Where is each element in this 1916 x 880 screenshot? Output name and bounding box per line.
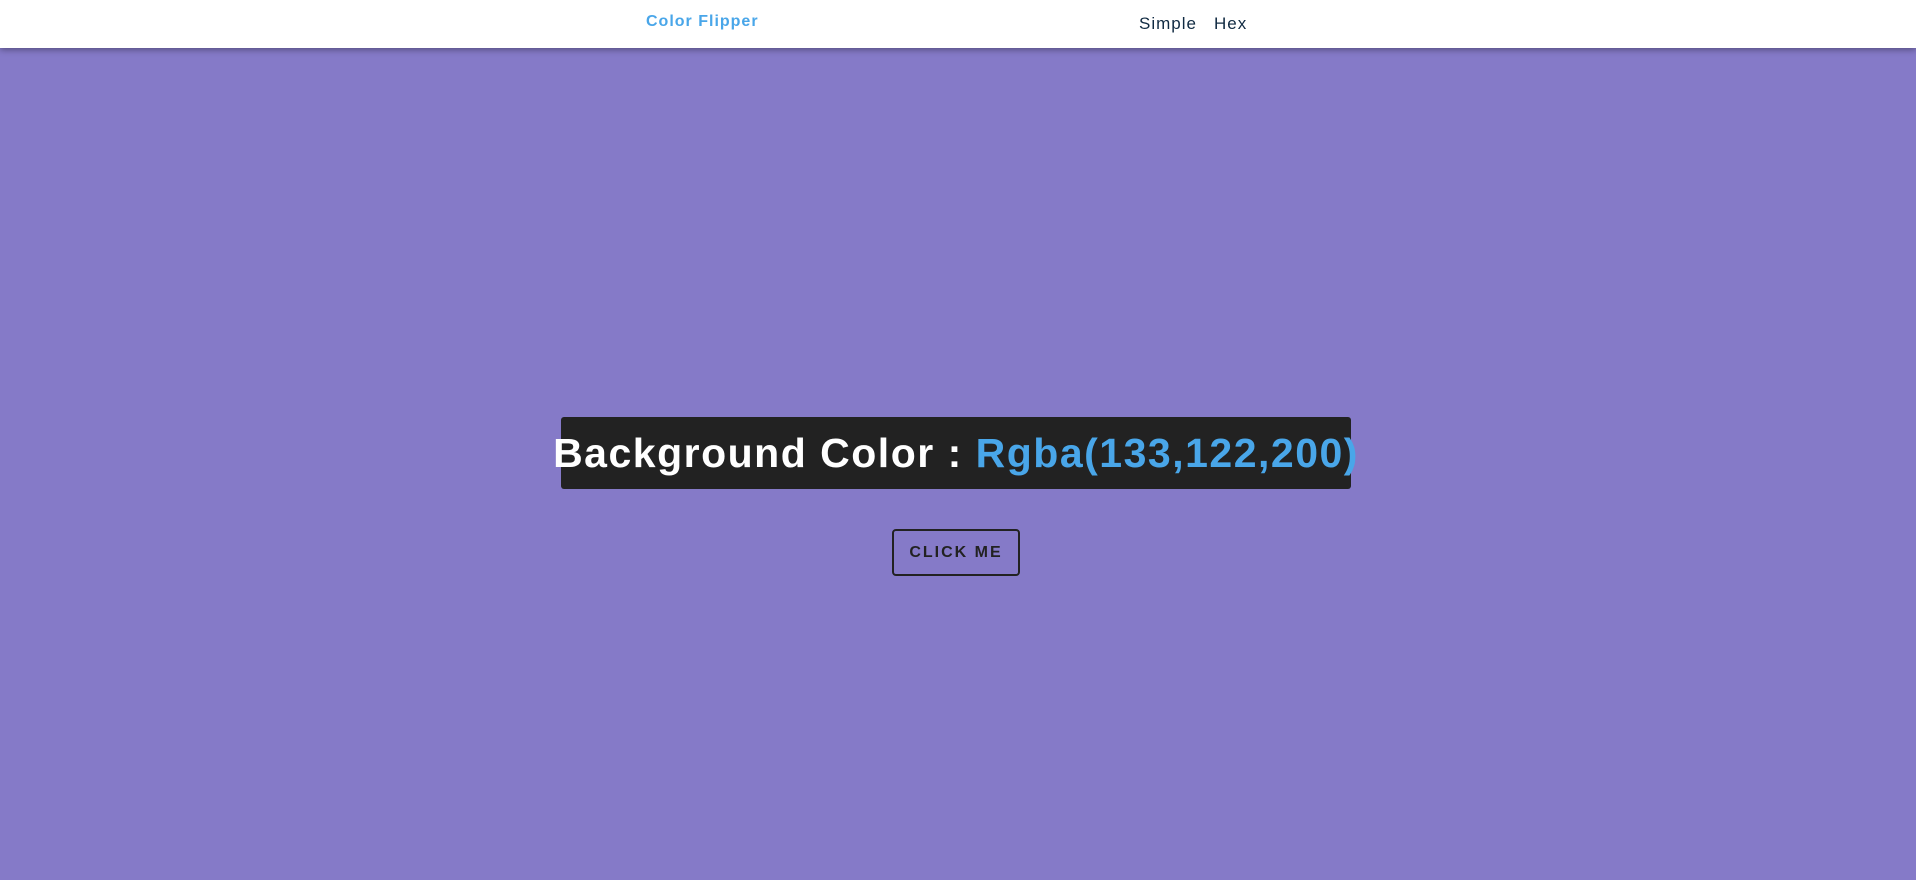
main-content: Background Color : Rgba(133,122,200) CLI…	[0, 48, 1916, 880]
heading-prefix: Background Color :	[553, 429, 976, 476]
background-color-heading: Background Color : Rgba(133,122,200)	[553, 430, 1359, 477]
brand-link[interactable]: Color Flipper	[646, 13, 759, 31]
color-display-box: Background Color : Rgba(133,122,200)	[553, 417, 1357, 489]
nav-item-hex: Hex	[1214, 14, 1247, 34]
color-value: Rgba(133,122,200)	[975, 429, 1359, 476]
nav-link-simple[interactable]: Simple	[1139, 14, 1197, 33]
nav-item-simple: Simple	[1139, 14, 1197, 34]
nav-links: Simple Hex	[1139, 14, 1247, 34]
nav-link-hex[interactable]: Hex	[1214, 14, 1247, 33]
navbar: Color Flipper Simple Hex	[0, 0, 1916, 48]
click-me-button[interactable]: CLICK ME	[892, 529, 1020, 576]
